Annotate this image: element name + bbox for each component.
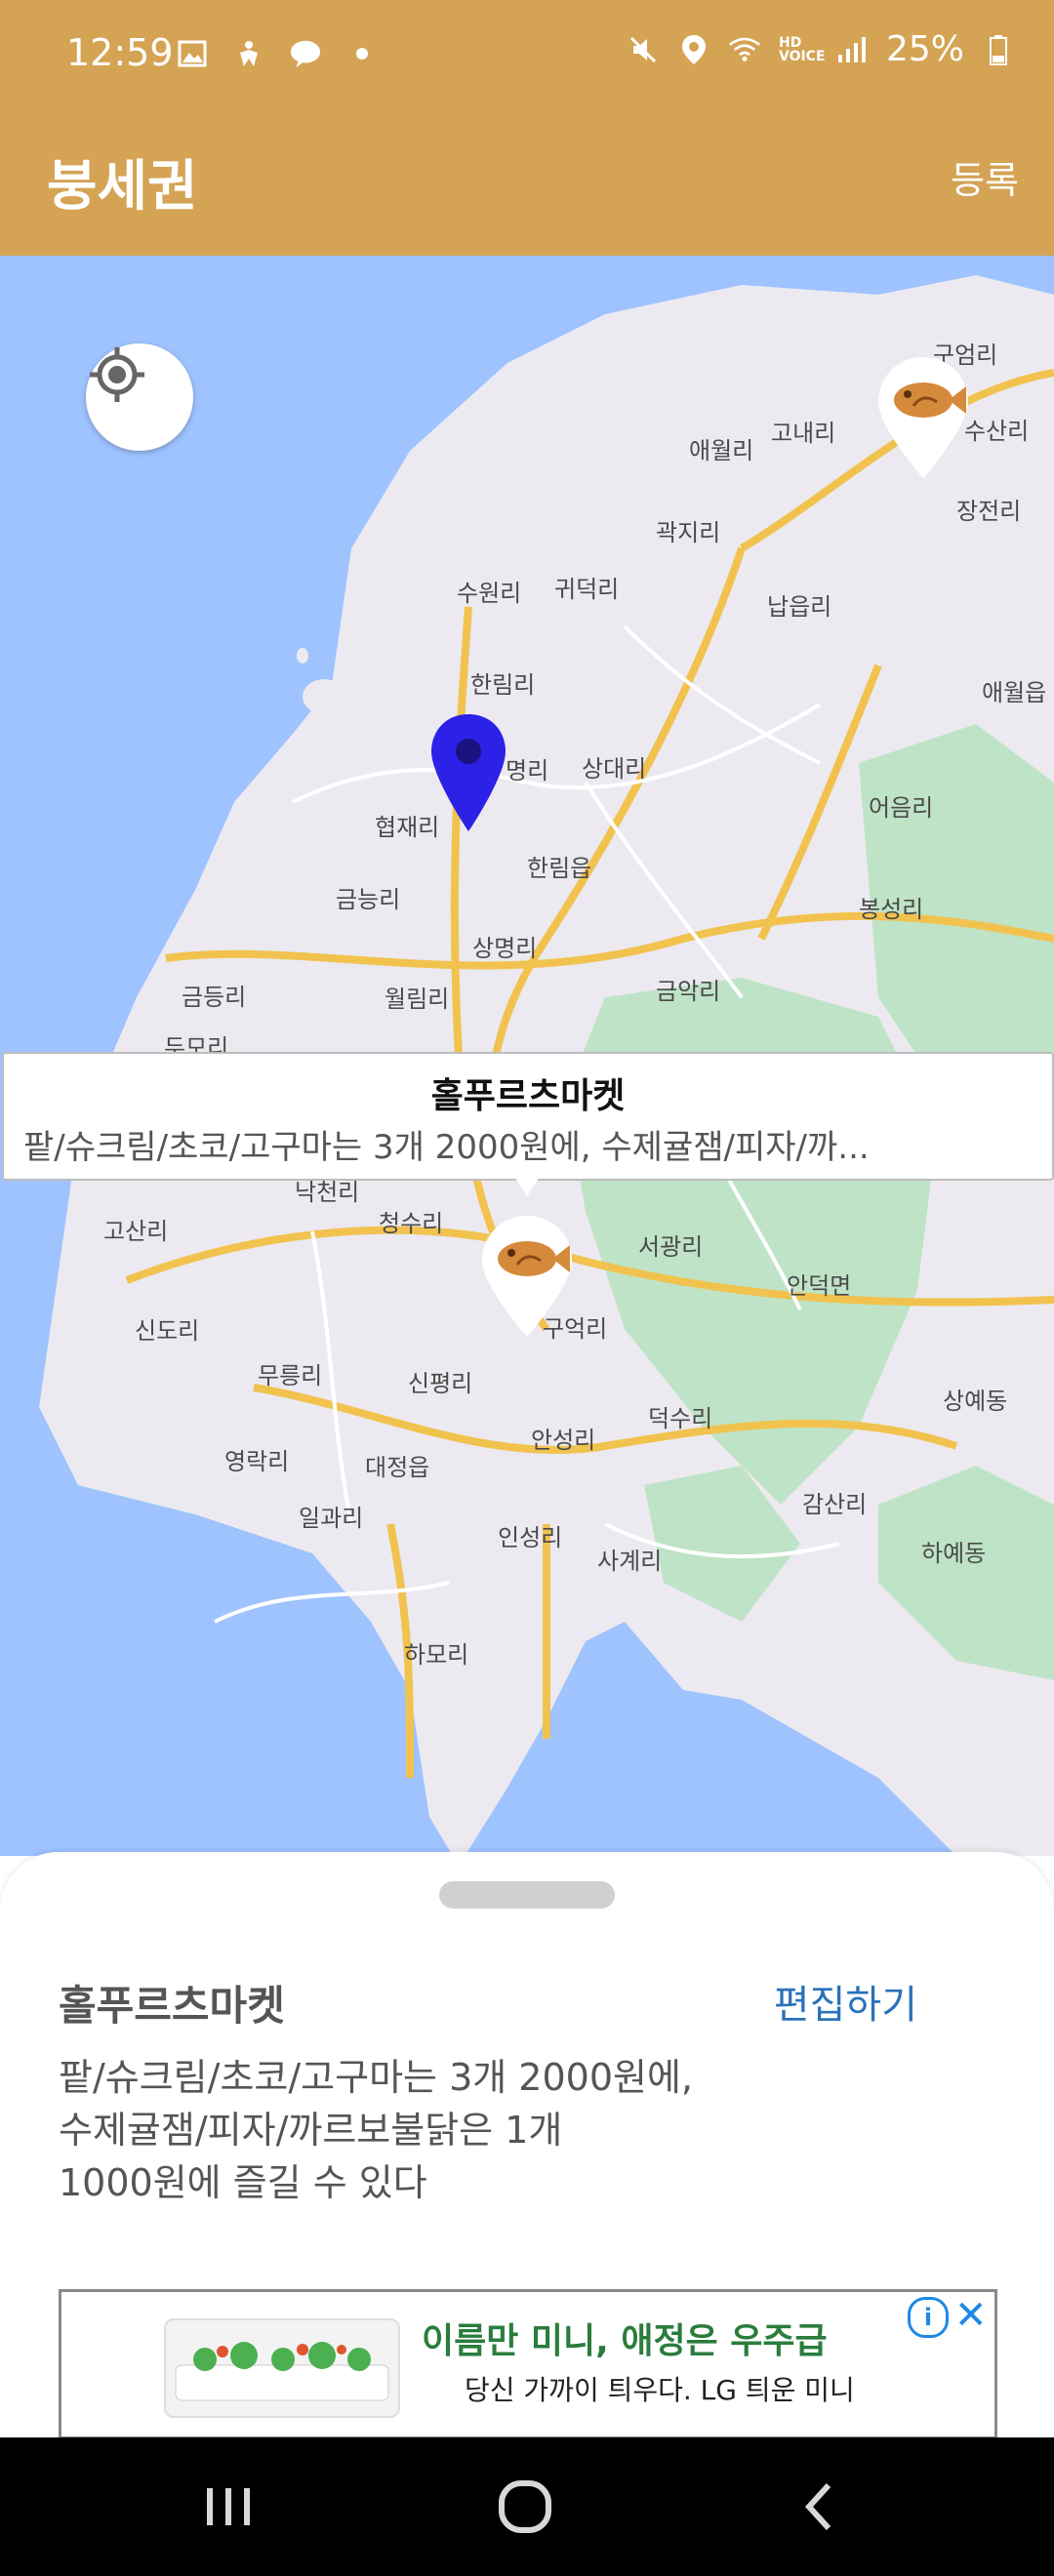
status-time: 12:59: [66, 31, 174, 74]
place-label: 신평리: [408, 1370, 473, 1397]
my-location-button[interactable]: [86, 343, 193, 451]
place-label: 안덕면: [787, 1272, 852, 1300]
info-window-description: 팥/슈크림/초코/고구마는 3개 2000원에, 수제귤잼/피자/까...: [23, 1128, 870, 1167]
place-label: 청수리: [379, 1210, 444, 1237]
ad-close-icon[interactable]: ✕: [954, 2293, 988, 2338]
place-label: 서광리: [638, 1233, 704, 1261]
place-label: 금능리: [336, 886, 401, 913]
place-label: 봉성리: [859, 896, 924, 923]
battery-icon: [982, 33, 1015, 66]
store-description: 팥/슈크림/초코/고구마는 3개 2000원에, 수제귤잼/피자/까르보불닭은 …: [59, 2056, 694, 2204]
place-label: 안성리: [531, 1427, 596, 1454]
place-label: 어음리: [869, 794, 934, 822]
place-label: 대정읍: [365, 1454, 430, 1481]
wifi-icon: [728, 33, 761, 66]
talk-icon: [289, 37, 322, 70]
accessibility-icon: [232, 37, 265, 70]
place-label: 신도리: [135, 1317, 200, 1345]
store-name: 홀푸르츠마켓: [59, 1982, 285, 2030]
place-label: 애월읍: [982, 679, 1047, 706]
place-label: 덕수리: [648, 1405, 713, 1432]
info-window-title: 홀푸르츠마켓: [430, 1076, 626, 1116]
mute-icon: [627, 33, 660, 66]
place-label: 사계리: [597, 1548, 663, 1575]
place-label: 무릉리: [258, 1362, 323, 1389]
app-title: 붕세권: [47, 155, 198, 219]
place-label: 인성리: [498, 1524, 563, 1551]
image-icon: [176, 37, 209, 70]
ad-product-image: [164, 2318, 400, 2418]
ad-subtext[interactable]: 당신 가까이 틔우다. LG 틔운 미니: [465, 2369, 855, 2408]
place-label: 금등리: [182, 984, 247, 1011]
status-right-icons: HD VOICE 25%: [627, 29, 1015, 69]
bungeoppang-marker-icon[interactable]: [874, 353, 972, 482]
place-label: 상명리: [472, 935, 538, 962]
place-label: 고산리: [103, 1218, 169, 1245]
dot-icon: [345, 37, 379, 70]
status-bar: 12:59 HD VOICE 25%: [0, 0, 1054, 117]
info-window-pointer: [513, 1175, 541, 1196]
place-label: 수산리: [964, 418, 1030, 445]
battery-percent: 25%: [885, 29, 964, 69]
place-label: 한림리: [470, 671, 536, 699]
location-icon: [677, 33, 710, 66]
place-label: 수원리: [457, 580, 522, 607]
place-label: 감산리: [802, 1491, 868, 1518]
marker-info-window[interactable]: 홀푸르츠마켓 팥/슈크림/초코/고구마는 3개 2000원에, 수제귤잼/피자/…: [2, 1052, 1054, 1181]
hd-voice-label: HD VOICE: [778, 34, 826, 64]
place-label: 상예동: [943, 1388, 1008, 1415]
ad-headline[interactable]: 이름만 미니, 애정은 우주급: [422, 2313, 828, 2363]
place-label: 금악리: [656, 978, 721, 1005]
place-label: 일과리: [299, 1505, 364, 1532]
drag-handle[interactable]: [439, 1881, 615, 1909]
back-icon[interactable]: [761, 2437, 878, 2576]
recent-apps-icon[interactable]: [170, 2437, 287, 2576]
register-button[interactable]: 등록: [951, 150, 1019, 204]
home-icon[interactable]: [466, 2437, 584, 2576]
place-label: 고내리: [771, 420, 836, 447]
edit-button[interactable]: 편집하기: [774, 1973, 917, 2030]
system-navigation-bar: [0, 2437, 1054, 2576]
ad-info-icon[interactable]: i: [908, 2297, 949, 2338]
signal-icon: [835, 33, 869, 66]
place-label: 하예동: [921, 1540, 987, 1567]
status-left-icons: [176, 37, 379, 70]
place-label: 한림읍: [527, 855, 592, 882]
place-label: 애월리: [689, 437, 754, 464]
place-label: 하모리: [404, 1641, 469, 1669]
current-location-pin-icon: [422, 710, 519, 839]
place-label: 귀덕리: [554, 576, 620, 603]
place-label: 월림리: [385, 986, 450, 1013]
place-label: 장전리: [956, 498, 1022, 525]
app-header: 12:59 HD VOICE 25% 붕세권 등록: [0, 0, 1054, 256]
place-label: 곽지리: [656, 519, 721, 546]
place-label: 납읍리: [767, 593, 832, 621]
place-label: 상대리: [582, 755, 647, 783]
bungeoppang-marker-icon[interactable]: [478, 1212, 576, 1341]
place-label: 영락리: [224, 1448, 290, 1475]
